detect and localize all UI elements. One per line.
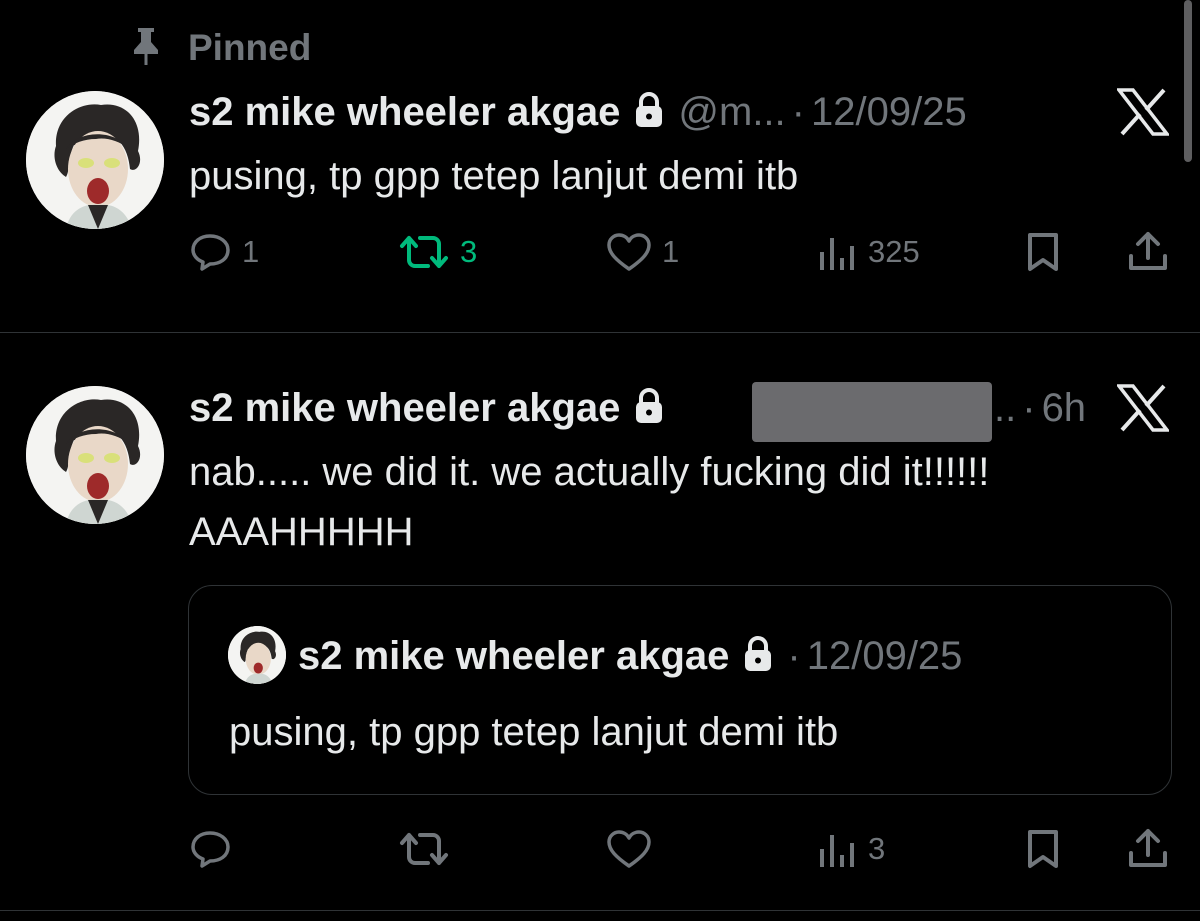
reply-button[interactable]: 1 [190, 232, 259, 272]
lock-icon [743, 635, 773, 677]
pin-icon [130, 26, 162, 71]
lock-icon [634, 387, 664, 429]
bookmark-icon [1028, 233, 1058, 271]
avatar-illustration [26, 386, 164, 524]
handle-ellipsis: .. [994, 385, 1017, 430]
share-button[interactable] [1126, 827, 1170, 871]
quoted-header: s2 mike wheeler akgae · 12/09/25 [298, 630, 962, 682]
tweet-header: s2 mike wheeler akgae @m... · 12/09/25 [189, 86, 967, 138]
like-button[interactable]: 1 [606, 232, 679, 272]
tweet-timestamp[interactable]: 12/09/25 [811, 90, 967, 135]
scrollbar[interactable] [1184, 0, 1192, 162]
reply-icon [191, 234, 230, 271]
views-icon [820, 238, 854, 270]
quoted-author-name: s2 mike wheeler akgae [298, 633, 730, 678]
bookmark-icon [1028, 830, 1058, 868]
tweet-timestamp[interactable]: 6h [1042, 386, 1087, 431]
redacted-handle [752, 382, 992, 442]
like-count: 1 [662, 234, 680, 269]
share-button[interactable] [1126, 230, 1170, 274]
like-icon [607, 830, 651, 868]
quoted-text: pusing, tp gpp tetep lanjut demi itb [229, 710, 839, 754]
x-logo-icon[interactable] [1115, 88, 1171, 136]
avatar[interactable] [26, 386, 164, 524]
repost-button[interactable] [398, 829, 450, 869]
views-icon [820, 835, 854, 867]
bookmark-button[interactable] [1024, 232, 1062, 272]
avatar-illustration [228, 626, 286, 684]
tweet-divider [0, 910, 1200, 911]
views-count: 3 [868, 831, 886, 866]
meta-separator: · [787, 633, 801, 678]
views-button[interactable]: 3 [818, 829, 885, 869]
share-icon [1129, 232, 1167, 270]
like-button[interactable] [606, 829, 652, 869]
tweet-header: s2 mike wheeler akgae [189, 382, 678, 434]
author-name[interactable]: s2 mike wheeler akgae [189, 386, 620, 431]
meta-separator: · [1022, 385, 1036, 430]
repost-button[interactable]: 3 [398, 232, 477, 272]
avatar[interactable] [26, 91, 164, 229]
quoted-avatar [228, 626, 286, 684]
pinned-indicator: Pinned [130, 26, 311, 70]
tweet-divider [0, 332, 1200, 333]
tweet-text: pusing, tp gpp tetep lanjut demi itb [189, 154, 799, 198]
share-icon [1129, 829, 1167, 867]
views-button[interactable]: 325 [818, 232, 920, 272]
like-icon [607, 233, 651, 271]
quoted-tweet[interactable] [188, 585, 1172, 795]
tweet-text-line-1: nab..... we did it. we actually fucking … [189, 450, 990, 494]
author-name[interactable]: s2 mike wheeler akgae [189, 90, 620, 135]
x-logo-icon[interactable] [1115, 384, 1171, 432]
bookmark-button[interactable] [1024, 829, 1062, 869]
tweet-meta: .. · 6h [994, 382, 1086, 434]
reply-icon [191, 831, 230, 868]
avatar-illustration [26, 91, 164, 229]
repost-icon [400, 236, 448, 268]
quoted-timestamp: 12/09/25 [806, 633, 963, 678]
pinned-label: Pinned [188, 27, 312, 68]
lock-icon [634, 91, 664, 133]
reply-button[interactable] [190, 829, 232, 869]
reply-count: 1 [242, 234, 260, 269]
repost-count: 3 [460, 234, 478, 269]
tweet-text-line-2: AAAHHHHH [189, 510, 414, 554]
meta-separator: · [791, 89, 805, 134]
repost-icon [400, 833, 448, 865]
views-count: 325 [868, 234, 920, 269]
author-handle[interactable]: @m... [678, 90, 785, 135]
